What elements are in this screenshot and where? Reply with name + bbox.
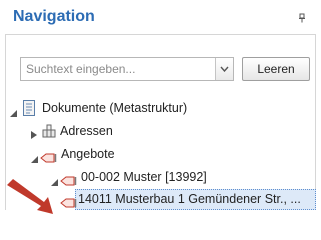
- tree-node-root[interactable]: Dokumente (Metastruktur): [6, 98, 306, 118]
- panel-header: Navigation: [0, 0, 321, 33]
- tree-node-label: Adressen: [60, 124, 113, 138]
- tree-node-label: Angebote: [61, 147, 115, 161]
- pin-icon[interactable]: [297, 12, 307, 23]
- expanded-triangle-icon[interactable]: [9, 104, 18, 117]
- tree-node-adressen[interactable]: Adressen: [6, 121, 306, 141]
- navigation-panel: Navigation Suchtext eingeben... Leeren D…: [0, 0, 321, 214]
- tree-node-label: 14011 Musterbau 1 Gemündener Str., ...: [78, 192, 301, 206]
- expanded-triangle-icon[interactable]: [30, 150, 39, 163]
- document-icon: [22, 100, 36, 122]
- offer-icon: [40, 149, 58, 169]
- annotation-arrow-icon: [6, 177, 66, 217]
- panel-title: Navigation: [13, 8, 95, 25]
- panel-content: Suchtext eingeben... Leeren Dokumente (M…: [5, 34, 316, 214]
- tree-node-label: 00-002 Muster [13992]: [81, 170, 207, 184]
- collapsed-triangle-icon[interactable]: [30, 126, 39, 139]
- tree-node-label: Dokumente (Metastruktur): [42, 101, 188, 115]
- tree-node-angebote[interactable]: Angebote: [6, 144, 306, 164]
- navigation-tree: Dokumente (Metastruktur) Adressen Angebo…: [6, 35, 316, 214]
- folder-stack-icon: [42, 124, 56, 144]
